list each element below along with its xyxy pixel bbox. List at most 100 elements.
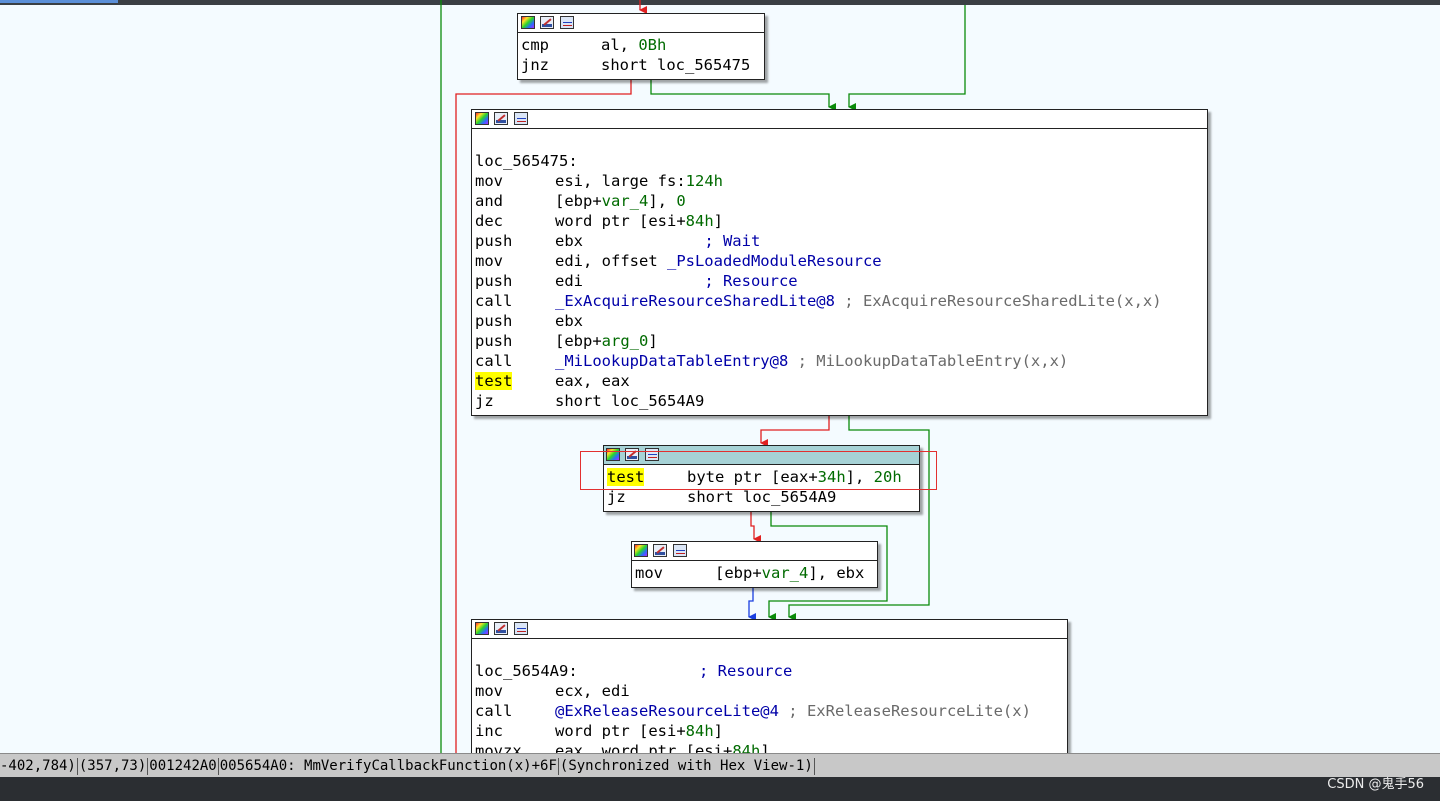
rename-edit-icon[interactable] [653, 544, 667, 557]
operand-text: 84h [732, 742, 761, 753]
instruction-line[interactable]: and [ebp+var_4], 0 [475, 191, 1207, 211]
instruction-line[interactable]: push ebx ; Wait [475, 231, 1207, 251]
instruction-line[interactable]: push [ebp+arg_0] [475, 331, 1207, 351]
status-address: 005654A0: MmVerifyCallbackFunction(x)+6F [219, 758, 557, 774]
operand-text: word ptr [esi+ [555, 722, 686, 740]
code-block-loc-5654a9[interactable]: loc_5654A9: ; Resource mov ecx, edi call @Ex… [471, 619, 1068, 753]
symbol-reference[interactable]: _MiLookupDataTableEntry@8 [555, 352, 788, 370]
mnemonic[interactable]: push [475, 332, 512, 350]
operand-text: ] [760, 742, 770, 753]
rename-edit-icon[interactable] [494, 112, 508, 125]
block-header[interactable] [472, 620, 1067, 639]
instruction-line[interactable]: mov esi, large fs:124h [475, 171, 1207, 191]
instruction-line[interactable]: mov edi, offset _PsLoadedModuleResource [475, 251, 1207, 271]
graph-overview-icon[interactable] [514, 622, 528, 635]
operand-text [578, 662, 699, 680]
instruction-line[interactable]: push ebx [475, 311, 1207, 331]
symbol-reference[interactable]: _PsLoadedModuleResource [667, 252, 882, 270]
mnemonic[interactable]: mov [635, 564, 663, 582]
instruction-line[interactable]: dec word ptr [esi+84h] [475, 211, 1207, 231]
operand-text: 0Bh [638, 36, 667, 54]
rename-edit-icon[interactable] [494, 622, 508, 635]
color-palette-icon[interactable] [521, 16, 535, 29]
code-block-loc-565475[interactable]: loc_565475: mov esi, large fs:124h and [ebp+… [471, 109, 1208, 416]
graph-view[interactable]: cmp al, 0Bh jnz short loc_565475 loc_565475… [0, 0, 1440, 753]
operand-text: edi, offset [555, 252, 667, 270]
graph-overview-icon[interactable] [560, 16, 574, 29]
graph-overview-icon[interactable] [514, 112, 528, 125]
block-code[interactable]: cmp al, 0Bh jnz short loc_565475 [518, 33, 764, 79]
mnemonic[interactable]: jnz [521, 56, 549, 74]
instruction-line[interactable] [475, 131, 1207, 151]
instruction-line[interactable]: jnz short loc_565475 [521, 55, 764, 75]
block-code[interactable]: loc_565475: mov esi, large fs:124h and [ebp+… [472, 129, 1207, 415]
operand-text: ], [648, 192, 677, 210]
instruction-line[interactable]: loc_565475: [475, 151, 1207, 171]
comment-text: ; ExReleaseResourceLite(x) [778, 702, 1031, 720]
mnemonic[interactable]: test [475, 372, 513, 390]
instruction-line[interactable]: mov [ebp+var_4], ebx [635, 563, 877, 583]
mnemonic[interactable]: movzx [475, 742, 522, 753]
block-code[interactable]: loc_5654A9: ; Resource mov ecx, edi call @Ex… [472, 639, 1067, 753]
code-label[interactable]: loc_5654A9: [475, 662, 578, 680]
mnemonic[interactable]: push [475, 272, 512, 290]
mnemonic[interactable]: call [475, 292, 512, 310]
comment-text: ; ExAcquireResourceSharedLite(x,x) [834, 292, 1162, 310]
instruction-line[interactable]: cmp al, 0Bh [521, 35, 764, 55]
mnemonic[interactable]: and [475, 192, 503, 210]
symbol-reference[interactable]: ; Resource [704, 272, 797, 290]
mnemonic[interactable]: push [475, 232, 512, 250]
mnemonic[interactable]: dec [475, 212, 503, 230]
operand-text: [ebp+ [555, 192, 602, 210]
block-code[interactable]: mov [ebp+var_4], ebx [632, 561, 877, 587]
instruction-line[interactable]: mov ecx, edi [475, 681, 1067, 701]
symbol-reference[interactable]: ; Wait [704, 232, 760, 250]
instruction-line[interactable]: movzx eax, word ptr [esi+84h] [475, 741, 1067, 753]
operand-text: short loc_565475 [601, 56, 751, 74]
color-palette-icon[interactable] [475, 112, 489, 125]
status-position: (357,73) [78, 758, 147, 774]
block-header[interactable] [472, 110, 1207, 129]
operand-text: ] [713, 212, 723, 230]
mnemonic[interactable]: mov [475, 682, 503, 700]
operand-text: ] [648, 332, 658, 350]
instruction-line[interactable]: call @ExReleaseResourceLite@4 ; ExRelease… [475, 701, 1067, 721]
operand-text: esi, large fs: [555, 172, 686, 190]
mnemonic[interactable]: cmp [521, 36, 549, 54]
instruction-line[interactable]: test eax, eax [475, 371, 1207, 391]
symbol-reference[interactable]: @ExReleaseResourceLite@4 [555, 702, 779, 720]
status-offset: 001242A0 [149, 758, 217, 774]
mnemonic[interactable]: mov [475, 172, 503, 190]
instruction-line[interactable]: jz short loc_5654A9 [475, 391, 1207, 411]
mnemonic[interactable]: mov [475, 252, 503, 270]
mnemonic[interactable]: push [475, 312, 512, 330]
graph-overview-icon[interactable] [673, 544, 687, 557]
block-header[interactable] [632, 542, 877, 561]
instruction-line[interactable]: call _ExAcquireResourceSharedLite@8 ; ExA… [475, 291, 1207, 311]
instruction-line[interactable] [475, 641, 1067, 661]
edge-loc-red [760, 416, 830, 447]
code-label[interactable]: loc_565475: [475, 152, 578, 170]
instruction-line[interactable]: inc word ptr [esi+84h] [475, 721, 1067, 741]
mnemonic[interactable]: jz [475, 392, 494, 410]
instruction-line[interactable]: loc_5654A9: ; Resource [475, 661, 1067, 681]
operand-text: var_4 [761, 564, 809, 582]
operand-text: ebx [555, 312, 583, 330]
code-block-mov-var4[interactable]: mov [ebp+var_4], ebx [631, 541, 878, 588]
mnemonic[interactable]: inc [475, 722, 503, 740]
taskbar-strip [0, 777, 1440, 801]
mnemonic[interactable]: call [475, 352, 512, 370]
symbol-reference[interactable]: _ExAcquireResourceSharedLite@8 [555, 292, 835, 310]
instruction-line[interactable]: jz short loc_5654A9 [607, 487, 919, 507]
code-block-cmp[interactable]: cmp al, 0Bh jnz short loc_565475 [517, 13, 765, 80]
operand-text: [ebp+ [555, 332, 602, 350]
color-palette-icon[interactable] [475, 622, 489, 635]
mnemonic[interactable]: call [475, 702, 512, 720]
color-palette-icon[interactable] [634, 544, 648, 557]
edge-mov-blue [748, 587, 756, 621]
rename-edit-icon[interactable] [540, 16, 554, 29]
block-header[interactable] [518, 14, 764, 33]
instruction-line[interactable]: call _MiLookupDataTableEntry@8 ; MiLookup… [475, 351, 1207, 371]
mnemonic[interactable]: jz [607, 488, 626, 506]
instruction-line[interactable]: push edi ; Resource [475, 271, 1207, 291]
